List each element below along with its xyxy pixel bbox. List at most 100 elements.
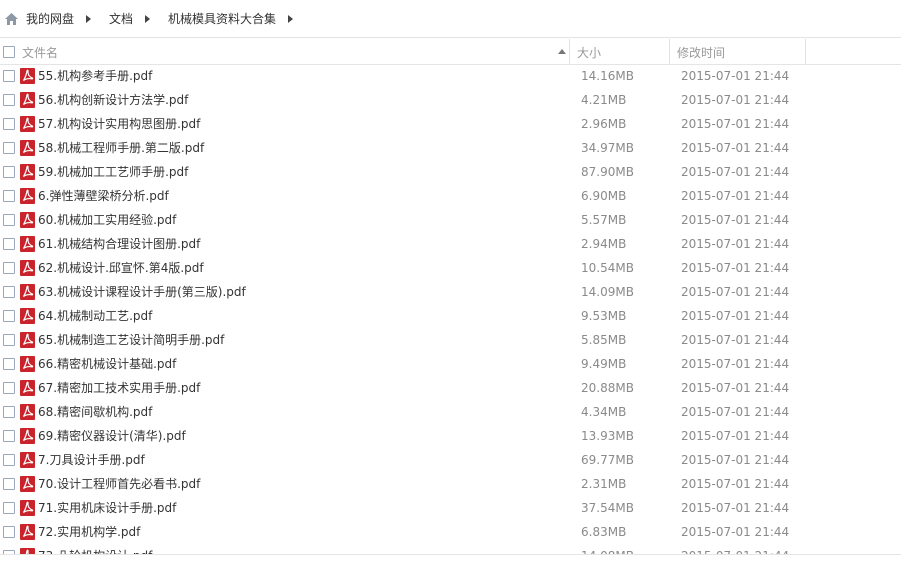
file-name[interactable]: 61.机械结构合理设计图册.pdf [38, 232, 200, 256]
pdf-file-icon [20, 92, 35, 108]
row-checkbox[interactable] [3, 214, 15, 226]
file-row[interactable]: 65.机械制造工艺设计简明手册.pdf 5.85MB 2015-07-01 21:4… [0, 328, 901, 352]
file-name[interactable]: 71.实用机床设计手册.pdf [38, 496, 176, 520]
row-checkbox[interactable] [3, 166, 15, 178]
file-row[interactable]: 58.机械工程师手册.第二版.pdf 34.97MB 2015-07-01 21:4… [0, 136, 901, 160]
file-name[interactable]: 63.机械设计课程设计手册(第三版).pdf [38, 280, 246, 304]
row-checkbox[interactable] [3, 358, 15, 370]
file-name[interactable]: 7.刀具设计手册.pdf [38, 448, 145, 472]
file-name[interactable]: 59.机械加工工艺师手册.pdf [38, 160, 188, 184]
file-name[interactable]: 69.精密仪器设计(清华).pdf [38, 424, 186, 448]
file-size: 87.90MB [581, 165, 634, 179]
file-row[interactable]: 72.实用机构学.pdf 6.83MB 2015-07-01 21:44 [0, 520, 901, 544]
breadcrumb-separator-icon [288, 14, 294, 23]
pdf-file-icon [20, 524, 35, 540]
file-row[interactable]: 60.机械加工实用经验.pdf 5.57MB 2015-07-01 21:44 [0, 208, 901, 232]
file-row[interactable]: 7.刀具设计手册.pdf 69.77MB 2015-07-01 21:44 [0, 448, 901, 472]
pdf-file-icon [20, 500, 35, 516]
file-row[interactable]: 66.精密机械设计基础.pdf 9.49MB 2015-07-01 21:44 [0, 352, 901, 376]
file-modified-time: 2015-07-01 21:44 [681, 141, 790, 155]
row-checkbox[interactable] [3, 502, 15, 514]
file-name[interactable]: 64.机械制动工艺.pdf [38, 304, 152, 328]
select-all-checkbox[interactable] [3, 39, 15, 65]
row-checkbox[interactable] [3, 382, 15, 394]
pdf-file-icon [20, 308, 35, 324]
file-row[interactable]: 67.精密加工技术实用手册.pdf 20.88MB 2015-07-01 21:44 [0, 376, 901, 400]
file-row[interactable]: 55.机构参考手册.pdf 14.16MB 2015-07-01 21:44 [0, 64, 901, 88]
column-header-modified[interactable]: 修改时间 [677, 39, 725, 65]
row-checkbox[interactable] [3, 118, 15, 130]
row-checkbox[interactable] [3, 94, 15, 106]
breadcrumb: 我的网盘 文档 机械模具资料大合集 [0, 0, 901, 37]
file-name[interactable]: 72.实用机构学.pdf [38, 520, 140, 544]
pdf-file-icon [20, 476, 35, 492]
row-checkbox[interactable] [3, 310, 15, 322]
file-size: 9.49MB [581, 357, 627, 371]
file-name[interactable]: 55.机构参考手册.pdf [38, 64, 152, 88]
file-modified-time: 2015-07-01 21:44 [681, 477, 790, 491]
file-size: 2.96MB [581, 117, 627, 131]
file-row[interactable]: 59.机械加工工艺师手册.pdf 87.90MB 2015-07-01 21:44 [0, 160, 901, 184]
file-name[interactable]: 56.机构创新设计方法学.pdf [38, 88, 188, 112]
file-modified-time: 2015-07-01 21:44 [681, 453, 790, 467]
file-name[interactable]: 6.弹性薄壁梁桥分析.pdf [38, 184, 169, 208]
file-row[interactable]: 61.机械结构合理设计图册.pdf 2.94MB 2015-07-01 21:44 [0, 232, 901, 256]
file-modified-time: 2015-07-01 21:44 [681, 405, 790, 419]
row-checkbox[interactable] [3, 454, 15, 466]
pdf-file-icon [20, 140, 35, 156]
file-name[interactable]: 62.机械设计.邱宣怀.第4版.pdf [38, 256, 204, 280]
file-name[interactable]: 68.精密间歇机构.pdf [38, 400, 152, 424]
pdf-file-icon [20, 332, 35, 348]
file-row[interactable]: 73.凸轮机构设计.pdf 14.08MB 2015-07-01 21:44 [0, 544, 901, 554]
breadcrumb-item-my-drive[interactable]: 我的网盘 [26, 10, 74, 27]
file-name[interactable]: 66.精密机械设计基础.pdf [38, 352, 176, 376]
pdf-file-icon [20, 284, 35, 300]
row-checkbox[interactable] [3, 430, 15, 442]
file-name[interactable]: 73.凸轮机构设计.pdf [38, 544, 152, 554]
file-modified-time: 2015-07-01 21:44 [681, 333, 790, 347]
breadcrumb-item-documents[interactable]: 文档 [109, 10, 133, 27]
home-icon[interactable] [4, 11, 20, 27]
column-header-size[interactable]: 大小 [577, 39, 601, 65]
file-size: 10.54MB [581, 261, 634, 275]
file-row[interactable]: 56.机构创新设计方法学.pdf 4.21MB 2015-07-01 21:44 [0, 88, 901, 112]
file-size: 69.77MB [581, 453, 634, 467]
file-row[interactable]: 63.机械设计课程设计手册(第三版).pdf 14.09MB 2015-07-01 … [0, 280, 901, 304]
file-name[interactable]: 57.机构设计实用构思图册.pdf [38, 112, 200, 136]
file-modified-time: 2015-07-01 21:44 [681, 501, 790, 515]
file-row[interactable]: 64.机械制动工艺.pdf 9.53MB 2015-07-01 21:44 [0, 304, 901, 328]
file-size: 34.97MB [581, 141, 634, 155]
row-checkbox[interactable] [3, 262, 15, 274]
file-row[interactable]: 68.精密间歇机构.pdf 4.34MB 2015-07-01 21:44 [0, 400, 901, 424]
file-row[interactable]: 69.精密仪器设计(清华).pdf 13.93MB 2015-07-01 21:44 [0, 424, 901, 448]
file-modified-time: 2015-07-01 21:44 [681, 309, 790, 323]
file-row[interactable]: 62.机械设计.邱宣怀.第4版.pdf 10.54MB 2015-07-01 21:… [0, 256, 901, 280]
row-checkbox[interactable] [3, 190, 15, 202]
row-checkbox[interactable] [3, 406, 15, 418]
file-row[interactable]: 70.设计工程师首先必看书.pdf 2.31MB 2015-07-01 21:44 [0, 472, 901, 496]
file-size: 14.09MB [581, 285, 634, 299]
file-name[interactable]: 60.机械加工实用经验.pdf [38, 208, 176, 232]
file-size: 2.31MB [581, 477, 627, 491]
pdf-file-icon [20, 404, 35, 420]
sort-ascending-icon[interactable] [558, 49, 566, 54]
file-name[interactable]: 67.精密加工技术实用手册.pdf [38, 376, 200, 400]
row-checkbox[interactable] [3, 286, 15, 298]
row-checkbox[interactable] [3, 142, 15, 154]
row-checkbox[interactable] [3, 238, 15, 250]
file-row[interactable]: 6.弹性薄壁梁桥分析.pdf 6.90MB 2015-07-01 21:44 [0, 184, 901, 208]
file-name[interactable]: 70.设计工程师首先必看书.pdf [38, 472, 200, 496]
file-row[interactable]: 57.机构设计实用构思图册.pdf 2.96MB 2015-07-01 21:44 [0, 112, 901, 136]
file-name[interactable]: 58.机械工程师手册.第二版.pdf [38, 136, 204, 160]
row-checkbox[interactable] [3, 526, 15, 538]
column-header-name[interactable]: 文件名 [22, 39, 58, 65]
row-checkbox[interactable] [3, 334, 15, 346]
row-checkbox[interactable] [3, 70, 15, 82]
list-header: 文件名 大小 修改时间 [0, 39, 901, 65]
file-modified-time: 2015-07-01 21:44 [681, 237, 790, 251]
breadcrumb-item-current-folder[interactable]: 机械模具资料大合集 [168, 10, 276, 27]
row-checkbox[interactable] [3, 478, 15, 490]
file-name[interactable]: 65.机械制造工艺设计简明手册.pdf [38, 328, 224, 352]
breadcrumb-separator-icon [145, 14, 151, 23]
file-row[interactable]: 71.实用机床设计手册.pdf 37.54MB 2015-07-01 21:44 [0, 496, 901, 520]
